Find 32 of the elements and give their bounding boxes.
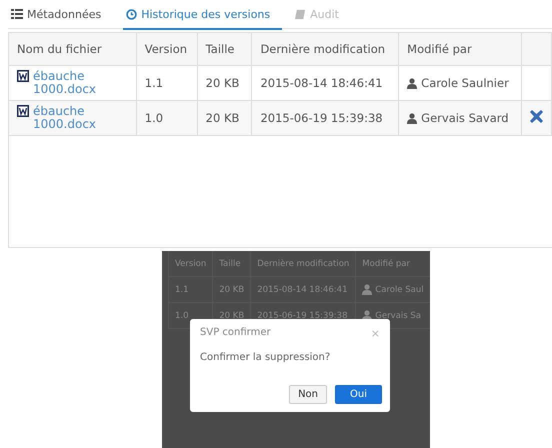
dialog-message: Confirmer la suppression?: [200, 352, 332, 363]
cancel-button[interactable]: Non: [289, 385, 327, 404]
column-header: Modifié par: [398, 33, 522, 66]
author-name: Carole Saul: [375, 284, 424, 294]
word-document-icon: [17, 105, 29, 117]
dialog-title: SVP confirmer: [200, 327, 271, 340]
author-name: Carole Saulnier: [421, 76, 509, 90]
column-header: Nom du fichier: [9, 33, 136, 66]
tab[interactable]: Métadonnées: [8, 0, 114, 30]
confirm-button[interactable]: Oui: [335, 385, 382, 404]
column-header: Version: [136, 33, 198, 66]
column-header: Version: [168, 251, 213, 276]
table-cell: 1.0: [136, 100, 198, 136]
table-cell: 20 KB: [212, 276, 251, 302]
user-icon: [362, 284, 372, 295]
column-header: Taille: [197, 33, 252, 66]
table-cell: 2015-08-14 18:46:41: [250, 276, 356, 302]
table-cell: 2015-06-19 15:39:38: [252, 100, 399, 136]
tab[interactable]: Historique des versions: [123, 0, 282, 30]
column-header: Taille: [212, 251, 251, 276]
delete-icon[interactable]: [530, 110, 543, 123]
table-cell: 20 KB: [197, 100, 252, 136]
column-header: Dernière modification: [252, 33, 399, 66]
author-name: Gervais Sa: [375, 310, 421, 320]
user-icon: [407, 78, 418, 88]
list-icon: [11, 9, 23, 19]
author-name: Gervais Savard: [421, 111, 509, 125]
user-icon: [407, 112, 418, 124]
clock-icon: [126, 8, 138, 20]
column-header: Dernière modification: [250, 251, 356, 276]
word-document-icon: [17, 70, 29, 82]
table-cell: 1.1: [168, 276, 213, 302]
